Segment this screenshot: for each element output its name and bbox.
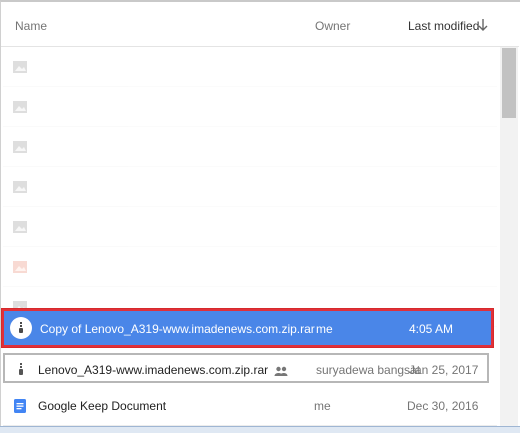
file-owner: me — [314, 399, 331, 413]
file-name-text: Lenovo_A319-www.imadenews.com.zip.rar — [38, 363, 269, 377]
file-row[interactable] — [0, 127, 500, 167]
file-modified: Jan 25, 2017 — [409, 363, 479, 377]
file-row[interactable] — [0, 47, 500, 87]
image-icon — [13, 141, 27, 153]
file-row[interactable] — [0, 167, 500, 207]
file-row[interactable] — [0, 207, 500, 247]
scrollbar-thumb[interactable] — [502, 48, 516, 118]
image-icon — [13, 181, 27, 193]
file-owner: suryadewa bangsat — [316, 363, 421, 377]
arrow-down-icon[interactable] — [477, 17, 489, 33]
file-row[interactable]: Google Keep Document me Dec 30, 2016 — [0, 386, 500, 426]
file-name: Google Keep Document — [38, 399, 167, 413]
column-header-name[interactable]: Name — [15, 19, 47, 33]
column-header-owner[interactable]: Owner — [315, 19, 350, 33]
column-header-last-modified[interactable]: Last modified — [408, 19, 479, 33]
image-icon — [13, 61, 27, 73]
file-name: Lenovo_A319-www.imadenews.com.zip.rar — [38, 363, 288, 377]
file-owner: me — [316, 322, 333, 336]
file-modified: 4:05 AM — [409, 322, 454, 336]
people-icon — [274, 366, 288, 376]
google-docs-icon — [14, 399, 26, 413]
file-row[interactable]: Lenovo_A319-www.imadenews.com.zip.rar su… — [3, 353, 489, 383]
file-modified: Dec 30, 2016 — [407, 399, 479, 413]
file-name: Copy of Lenovo_A319-www.imadenews.com.zi… — [40, 322, 315, 336]
image-icon — [13, 221, 27, 233]
file-row[interactable] — [0, 87, 500, 127]
image-icon — [13, 261, 27, 273]
file-row[interactable] — [0, 247, 500, 287]
zip-icon — [19, 363, 23, 375]
file-list-header: Name Owner Last modified — [1, 2, 519, 47]
zip-icon — [19, 322, 23, 333]
file-row-selected[interactable]: Copy of Lenovo_A319-www.imadenews.com.zi… — [1, 308, 494, 348]
image-icon — [13, 101, 27, 113]
